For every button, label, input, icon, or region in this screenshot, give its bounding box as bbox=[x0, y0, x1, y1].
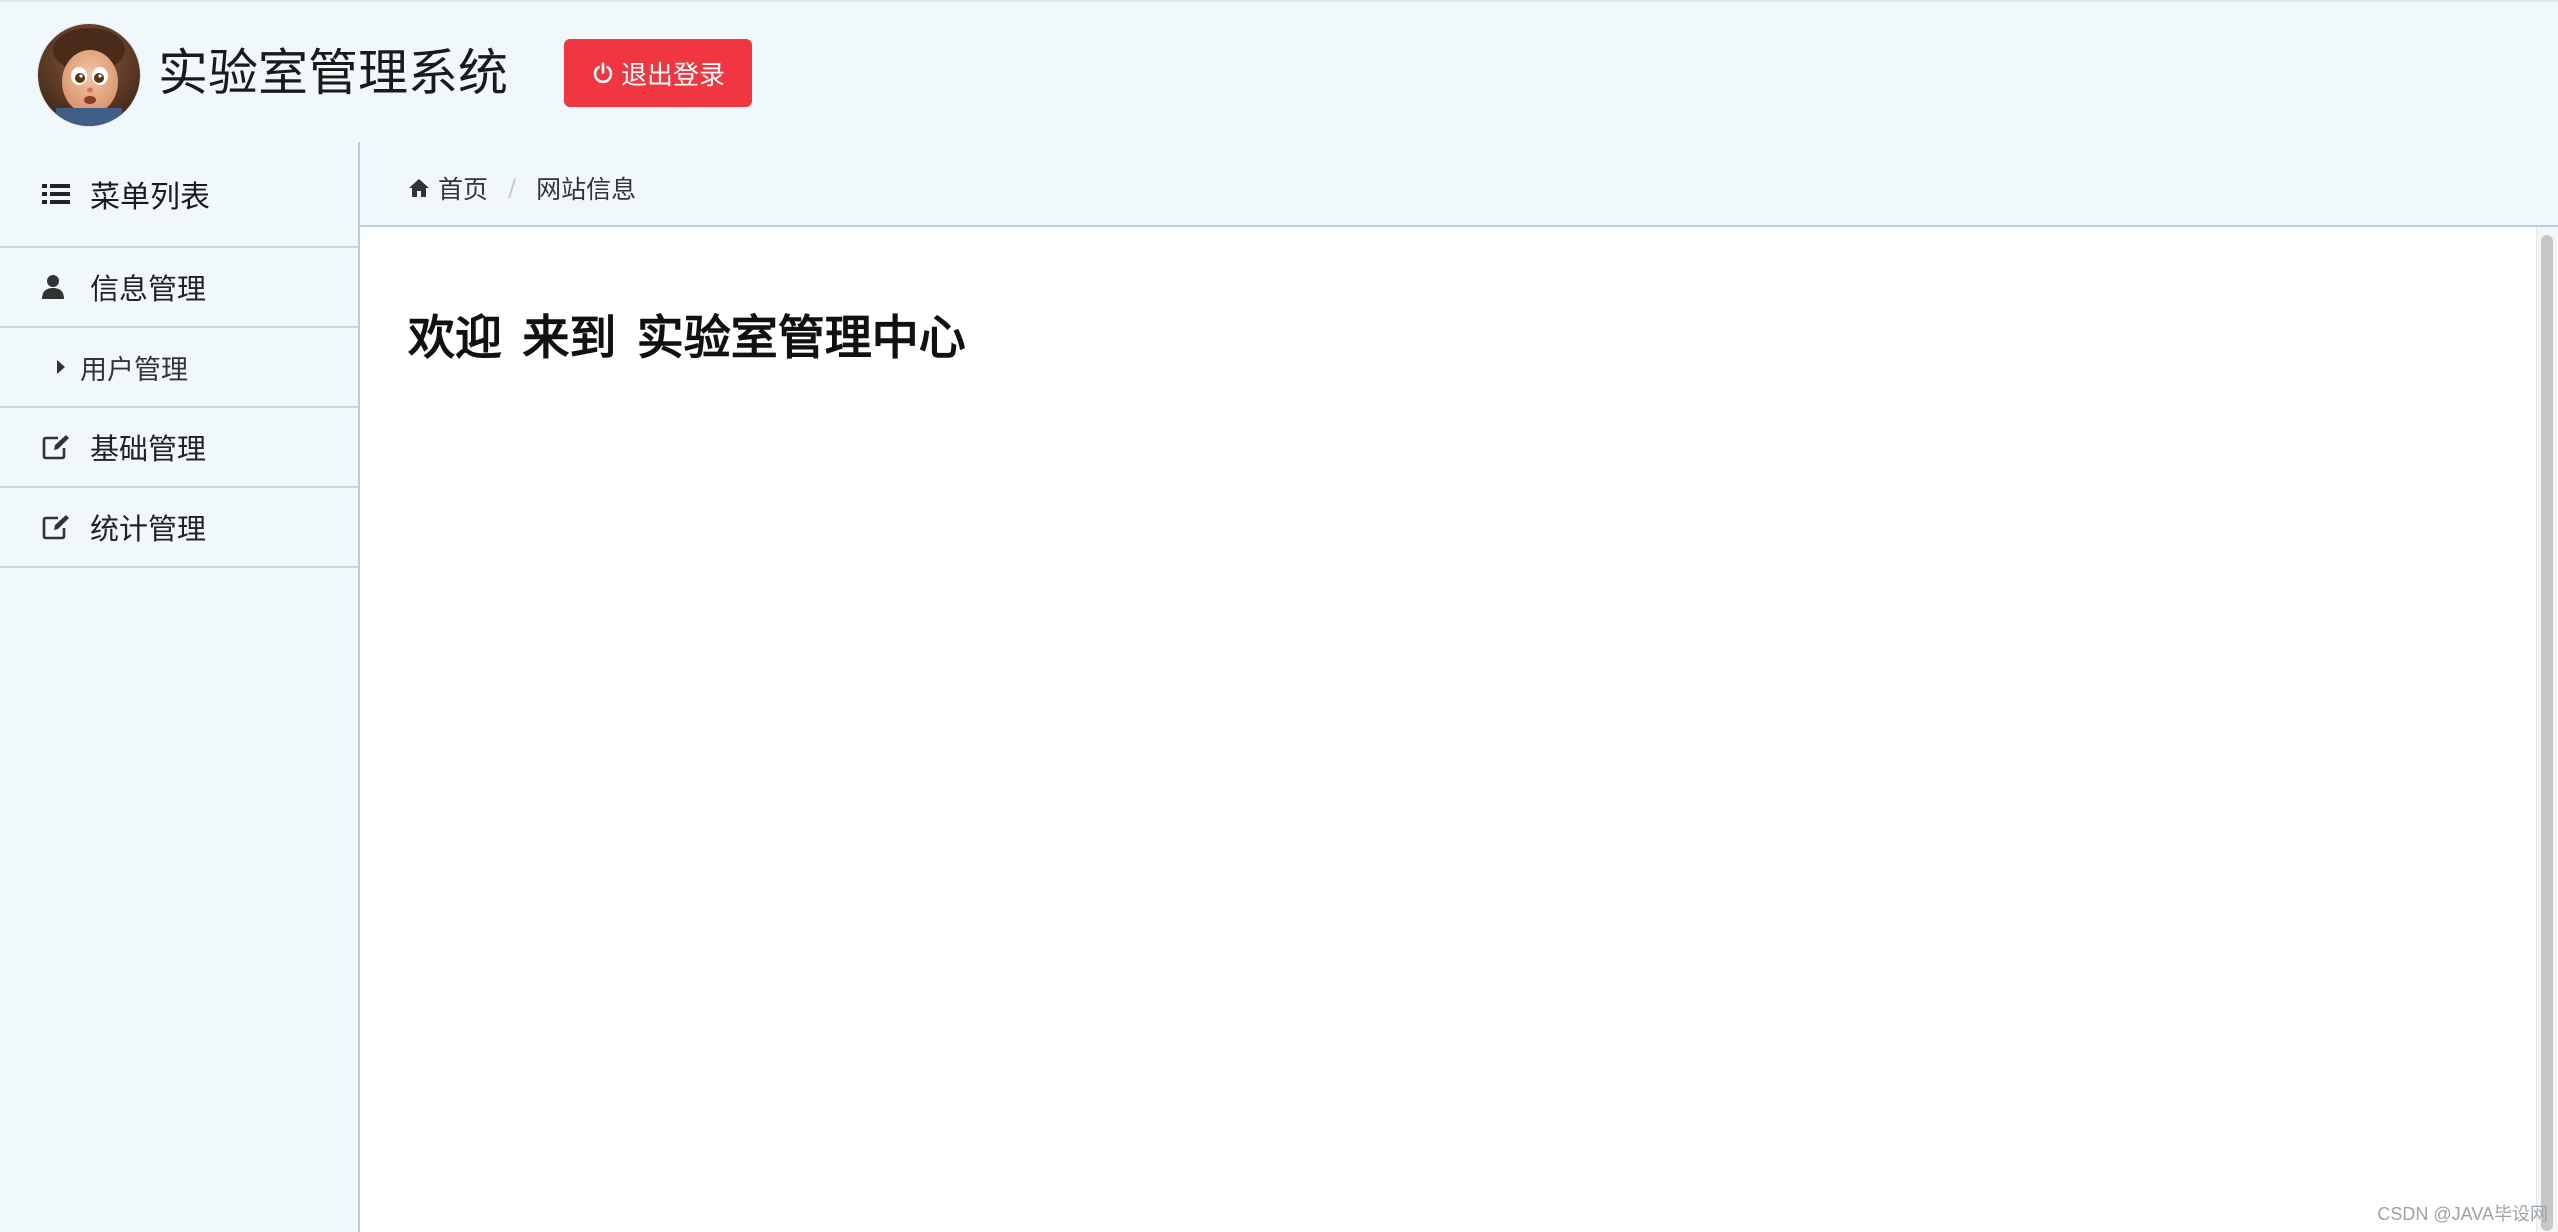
sidebar-item-label: 信息管理 bbox=[90, 272, 207, 306]
app-title: 实验室管理系统 bbox=[158, 44, 508, 102]
caret-right-icon bbox=[56, 359, 66, 375]
sidebar-title: 菜单列表 bbox=[90, 180, 210, 215]
app-window: 实验室管理系统 退出登录 菜单列表 信息管理 用户管理 基础管理 统计管理 首页… bbox=[0, 0, 2558, 1232]
sidebar-subitem-user-management[interactable]: 用户管理 bbox=[0, 328, 358, 408]
sidebar-item-label: 基础管理 bbox=[90, 432, 207, 466]
avatar[interactable] bbox=[38, 24, 140, 126]
welcome-heading: 欢迎 来到 实验室管理中心 bbox=[408, 311, 966, 366]
breadcrumb: 首页 / 网站信息 bbox=[408, 166, 636, 210]
sidebar-item-info-management[interactable]: 信息管理 bbox=[0, 248, 358, 328]
breadcrumb-current-label: 网站信息 bbox=[536, 175, 637, 204]
breadcrumb-home[interactable]: 首页 bbox=[408, 170, 488, 206]
logout-label: 退出登录 bbox=[620, 60, 725, 91]
scrollbar[interactable] bbox=[2536, 227, 2558, 1232]
logout-button[interactable]: 退出登录 bbox=[564, 39, 752, 107]
sidebar: 菜单列表 信息管理 用户管理 基础管理 统计管理 bbox=[0, 142, 360, 1232]
scrollbar-thumb[interactable] bbox=[2541, 235, 2553, 1231]
watermark: CSDN @JAVA毕设网 bbox=[2377, 1204, 2548, 1224]
user-icon bbox=[42, 274, 70, 300]
edit-icon bbox=[42, 434, 70, 460]
home-icon bbox=[408, 178, 430, 198]
sidebar-header: 菜单列表 bbox=[0, 142, 358, 248]
breadcrumb-separator: / bbox=[508, 174, 517, 202]
sidebar-item-label: 统计管理 bbox=[90, 512, 207, 546]
sidebar-item-basic-management[interactable]: 基础管理 bbox=[0, 408, 358, 488]
breadcrumb-home-label: 首页 bbox=[438, 175, 489, 204]
power-icon bbox=[593, 62, 613, 84]
sidebar-subitem-label: 用户管理 bbox=[80, 354, 188, 386]
main-content: 欢迎 来到 实验室管理中心 bbox=[360, 225, 2558, 1232]
top-header: 实验室管理系统 退出登录 bbox=[0, 2, 2558, 142]
avatar-image bbox=[38, 24, 140, 126]
edit-icon bbox=[42, 514, 70, 540]
list-icon bbox=[42, 182, 70, 206]
breadcrumb-current: 网站信息 bbox=[536, 170, 636, 206]
sidebar-item-statistics-management[interactable]: 统计管理 bbox=[0, 488, 358, 568]
